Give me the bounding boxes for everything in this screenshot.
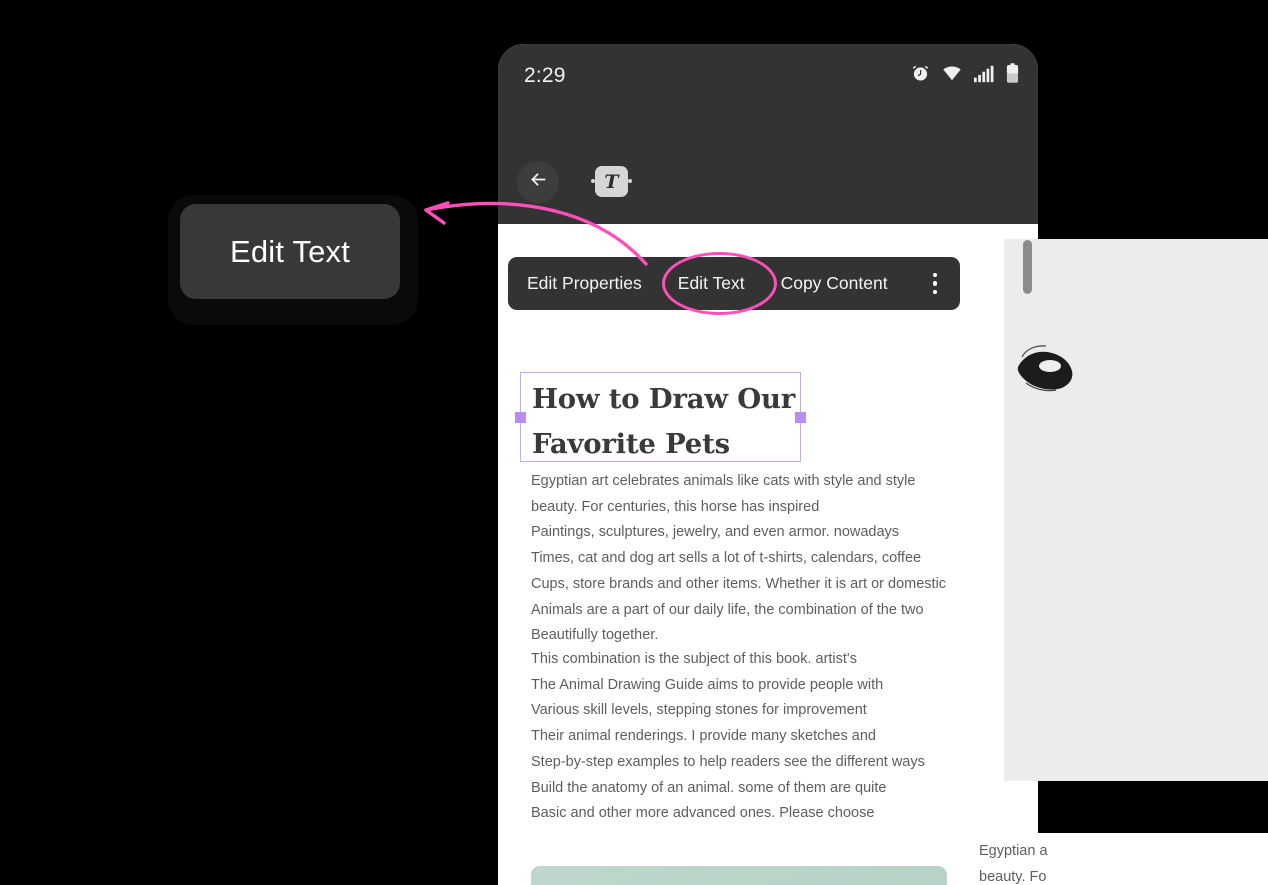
- alarm-icon: [911, 64, 930, 83]
- text-line: The Animal Drawing Guide aims to provide…: [531, 676, 884, 693]
- body-paragraph-2[interactable]: This combination is the subject of this …: [531, 647, 925, 827]
- back-button[interactable]: [517, 161, 559, 203]
- text-line: Beautifully together.: [531, 627, 659, 644]
- wifi-icon: [942, 64, 962, 83]
- text-line: Egyptian a: [979, 843, 1048, 859]
- context-toolbar[interactable]: Edit Properties Edit Text Copy Content: [508, 257, 960, 310]
- app-logo-letter: T: [604, 170, 619, 193]
- callout-card[interactable]: Edit Text: [180, 204, 400, 299]
- app-bar: T: [498, 112, 1038, 224]
- plant-illustration: [760, 876, 947, 885]
- back-arrow-icon: [528, 169, 549, 195]
- callout-label: Edit Text: [229, 233, 351, 269]
- logo-nub-right: [628, 179, 632, 183]
- page-title[interactable]: How to Draw Our Favorite Pets: [532, 377, 802, 467]
- resize-handle-right[interactable]: [795, 412, 806, 423]
- battery-icon: [1006, 63, 1019, 84]
- animal-sketch-icon: [1017, 345, 1073, 392]
- text-line: Build the anatomy of an animal. some of …: [531, 779, 887, 796]
- text-line: Times, cat and dog art sells a lot of t-…: [531, 550, 922, 567]
- next-page-preview[interactable]: [1004, 239, 1268, 781]
- text-line: Their animal renderings. I provide many …: [531, 728, 876, 745]
- next-page-text-preview[interactable]: Egyptian a beauty. Fo: [975, 833, 1268, 885]
- menu-item-edit-properties[interactable]: Edit Properties: [527, 273, 642, 294]
- status-time: 2:29: [524, 64, 566, 87]
- text-line: Cups, store brands and other items. Whet…: [531, 575, 947, 592]
- text-line: beauty. Fo: [979, 868, 1047, 885]
- text-line: beauty. For centuries, this horse has in…: [531, 498, 820, 515]
- status-bar: 2:29: [498, 44, 1038, 112]
- next-page-text-lines: Egyptian a beauty. Fo: [979, 839, 1048, 885]
- logo-nub-left: [591, 179, 595, 183]
- text-line: Step-by-step examples to help readers se…: [531, 753, 925, 770]
- menu-item-copy-content[interactable]: Copy Content: [781, 273, 888, 294]
- text-line: This combination is the subject of this …: [531, 651, 857, 667]
- signal-icon: [974, 65, 994, 83]
- phone-frame: 2:29 T How to Draw Our Favorite Pets Egy…: [498, 44, 1038, 885]
- app-logo-badge[interactable]: T: [591, 166, 632, 197]
- status-icon-group: [911, 63, 1019, 84]
- resize-handle-left[interactable]: [515, 412, 526, 423]
- text-line: Egyptian art celebrates animals like cat…: [531, 473, 916, 489]
- edit-text-callout: Edit Text: [168, 195, 418, 325]
- document-canvas[interactable]: Animals have been part of human art from…: [498, 224, 1038, 885]
- menu-item-edit-text[interactable]: Edit Text: [678, 273, 745, 294]
- document-image-block[interactable]: [531, 866, 947, 885]
- text-line: Animals are a part of our daily life, th…: [531, 601, 924, 618]
- body-paragraph-1[interactable]: Egyptian art celebrates animals like cat…: [531, 469, 946, 649]
- screenshot-root: 2:29 T How to Draw Our Favorite Pets Egy…: [0, 0, 1268, 885]
- title-selection-box[interactable]: How to Draw Our Favorite Pets: [515, 372, 806, 462]
- text-line: Paintings, sculptures, jewelry, and even…: [531, 524, 900, 541]
- text-line: Various skill levels, stepping stones fo…: [531, 702, 867, 719]
- document-page: Animals have been part of human art from…: [498, 224, 1038, 885]
- page-scrollbar[interactable]: [1023, 240, 1032, 294]
- text-line: Basic and other more advanced ones. Plea…: [531, 805, 875, 822]
- kebab-menu-icon[interactable]: [929, 267, 942, 301]
